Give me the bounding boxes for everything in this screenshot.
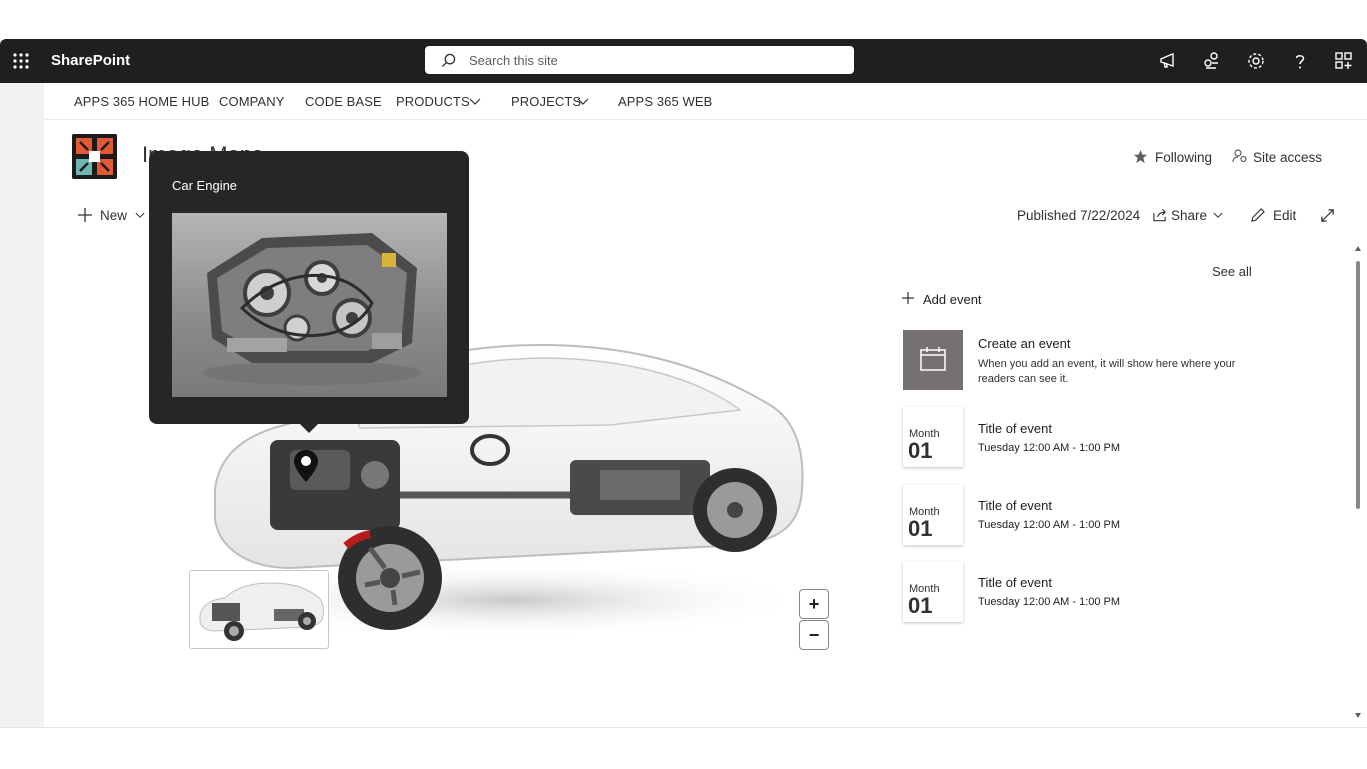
add-event-button[interactable]: Add event <box>923 292 982 307</box>
suite-bar: SharePoint Search this site <box>0 39 1367 83</box>
popup-pointer <box>300 424 318 433</box>
hub-nav-code-base[interactable]: CODE BASE <box>305 94 382 109</box>
app-launcher-icon[interactable] <box>12 52 30 70</box>
event-time: Tuesday 12:00 AM - 1:00 PM <box>978 596 1121 608</box>
edit-button[interactable]: Edit <box>1273 208 1296 223</box>
chevron-down-icon[interactable] <box>577 98 589 106</box>
event-date-tile[interactable]: Month 01 <box>903 407 963 467</box>
hub-nav-company[interactable]: COMPANY <box>219 94 284 109</box>
event-time: Tuesday 12:00 AM - 1:00 PM <box>978 519 1121 531</box>
zoom-out-button[interactable]: − <box>799 620 829 650</box>
hub-navigation: APPS 365 HOME HUB COMPANY CODE BASE PROD… <box>44 83 1367 120</box>
people-settings-icon[interactable] <box>1232 148 1248 164</box>
event-day: 01 <box>908 593 933 618</box>
share-icon[interactable] <box>1153 208 1168 222</box>
site-access-button[interactable]: Site access <box>1253 150 1322 165</box>
left-gutter <box>0 83 44 728</box>
zoom-in-button[interactable]: + <box>799 589 829 619</box>
minimap-car-thumbnail <box>199 582 324 641</box>
help-icon[interactable] <box>1290 51 1310 71</box>
empty-event-desc-1: When you add an event, it will show here… <box>978 358 1236 370</box>
megaphone-icon[interactable] <box>1158 51 1178 71</box>
event-day: 01 <box>908 516 933 541</box>
empty-event-desc-2: readers can see it. <box>978 373 1069 385</box>
site-logo[interactable] <box>72 134 117 179</box>
search-box[interactable]: Search this site <box>425 46 854 74</box>
vertical-scrollbar[interactable] <box>1353 243 1363 721</box>
event-title[interactable]: Title of event <box>978 421 1052 436</box>
image-map-minimap[interactable] <box>189 570 329 649</box>
apps-add-icon[interactable] <box>1334 51 1354 71</box>
empty-event-title: Create an event <box>978 336 1071 351</box>
hotspot-popup: Car Engine <box>149 151 469 424</box>
event-date-tile[interactable]: Month 01 <box>903 485 963 545</box>
following-button[interactable]: Following <box>1155 150 1212 165</box>
plus-icon[interactable] <box>78 208 92 222</box>
popup-image <box>172 213 447 397</box>
see-all-link[interactable]: See all <box>1212 264 1252 279</box>
event-date-tile[interactable]: Month 01 <box>903 562 963 622</box>
event-title[interactable]: Title of event <box>978 575 1052 590</box>
event-title[interactable]: Title of event <box>978 498 1052 513</box>
hub-nav-projects[interactable]: PROJECTS <box>511 94 581 109</box>
app-brand[interactable]: SharePoint <box>51 52 130 69</box>
chevron-down-icon[interactable] <box>469 98 481 106</box>
empty-event-tile <box>903 330 963 390</box>
hub-nav-products[interactable]: PRODUCTS <box>396 94 470 109</box>
star-icon[interactable] <box>1133 149 1148 164</box>
chevron-down-icon[interactable] <box>1213 212 1223 219</box>
event-time: Tuesday 12:00 AM - 1:00 PM <box>978 442 1121 454</box>
new-button[interactable]: New <box>100 208 127 223</box>
search-placeholder: Search this site <box>469 53 558 68</box>
popup-title: Car Engine <box>172 178 238 193</box>
hub-nav-apps-365-web[interactable]: APPS 365 WEB <box>618 94 712 109</box>
search-icon <box>441 53 456 68</box>
chevron-down-icon[interactable] <box>135 212 145 219</box>
map-pin-icon[interactable] <box>293 449 319 483</box>
calendar-icon <box>920 347 946 371</box>
connection-icon[interactable] <box>1202 51 1222 71</box>
hub-nav-home[interactable]: APPS 365 HOME HUB <box>74 94 209 109</box>
pencil-icon[interactable] <box>1250 208 1265 223</box>
event-day: 01 <box>908 438 933 463</box>
published-date: Published 7/22/2024 <box>1017 208 1141 223</box>
expand-icon[interactable] <box>1320 208 1335 223</box>
engine-image <box>202 233 422 385</box>
share-button[interactable]: Share <box>1171 208 1207 223</box>
settings-gear-icon[interactable] <box>1246 51 1266 71</box>
footer-divider <box>0 727 1367 728</box>
plus-icon[interactable] <box>902 292 914 304</box>
